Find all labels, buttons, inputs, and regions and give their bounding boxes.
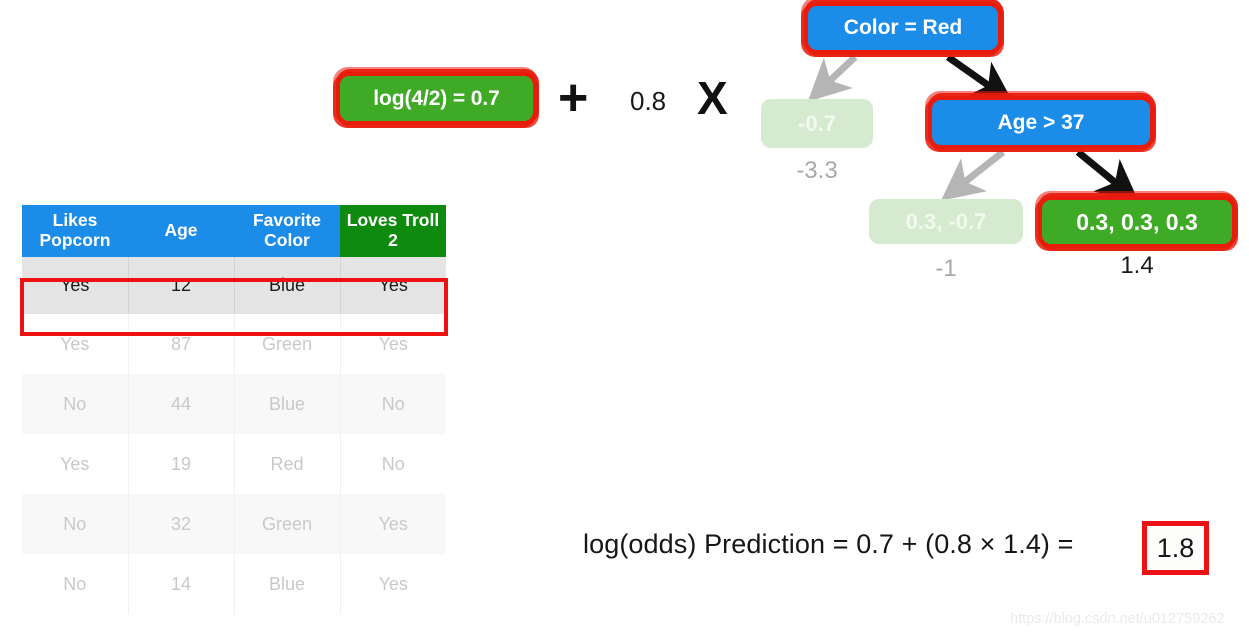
table-cell-loves-troll-2: Yes (340, 257, 446, 315)
table-row: Yes 87 Green Yes (22, 314, 446, 375)
tree-leaf-middle-output: -1 (935, 255, 957, 282)
table-cell-age: 19 (128, 434, 235, 495)
column-header-likes-popcorn: Likes Popcorn (22, 205, 128, 258)
prediction-result-box: 1.8 (1142, 521, 1209, 575)
table-row: No 44 Blue No (22, 374, 446, 435)
table-cell-likes-popcorn: No (22, 494, 129, 555)
edge-age-left (940, 149, 1006, 201)
table-cell-age: 44 (128, 374, 235, 435)
table-cell-age: 87 (128, 314, 235, 375)
table-cell-loves-troll-2: No (340, 434, 446, 495)
tree-leaf-middle-label: 0.3, -0.7 (905, 208, 987, 234)
column-header-favorite-color: Favorite Color (234, 205, 340, 258)
table-cell-loves-troll-2: Yes (340, 314, 446, 375)
edge-root-right (945, 54, 1014, 104)
table-cell-favorite-color: Green (234, 494, 341, 555)
tree-leaf-middle: 0.3, -0.7 (869, 199, 1023, 244)
table-cell-likes-popcorn: Yes (22, 257, 129, 315)
table-cell-likes-popcorn: Yes (22, 434, 129, 495)
prediction-expression: log(odds) Prediction = 0.7 + (0.8 × 1.4)… (583, 529, 1074, 559)
table-cell-likes-popcorn: Yes (22, 314, 129, 375)
table-row: Yes 12 Blue Yes (22, 257, 446, 315)
tree-leaf-left-output: -3.3 (796, 157, 838, 184)
tree-leaf-left: -0.7 (761, 99, 873, 148)
table-cell-age: 32 (128, 494, 235, 555)
tree-node-root-label: Color = Red (843, 16, 963, 39)
tree-node-age: Age > 37 (932, 100, 1150, 145)
table-cell-favorite-color: Red (234, 434, 341, 495)
table-row: No 32 Green Yes (22, 494, 446, 555)
table-cell-favorite-color: Blue (234, 374, 341, 435)
tree-leaf-right: 0.3, 0.3, 0.3 (1042, 200, 1232, 244)
table-cell-likes-popcorn: No (22, 554, 129, 615)
edge-root-left (807, 54, 858, 102)
training-data-table: Likes Popcorn Age Favorite Color Loves T… (22, 205, 446, 615)
table-cell-loves-troll-2: Yes (340, 554, 446, 615)
edge-age-right (1075, 149, 1139, 202)
table-cell-loves-troll-2: No (340, 374, 446, 435)
table-header-row: Likes Popcorn Age Favorite Color Loves T… (22, 205, 446, 258)
table-cell-age: 14 (128, 554, 235, 615)
slide-canvas: log(4/2) = 0.7 + 0.8 X Color = Red Age >… (0, 0, 1249, 637)
table-cell-favorite-color: Blue (234, 554, 341, 615)
table-cell-loves-troll-2: Yes (340, 494, 446, 555)
tree-leaf-left-label: -0.7 (798, 110, 836, 136)
prediction-result-value: 1.8 (1156, 532, 1195, 563)
tree-leaf-right-label: 0.3, 0.3, 0.3 (1076, 208, 1198, 235)
tree-leaf-right-output: 1.4 (1120, 252, 1154, 279)
tree-node-root: Color = Red (808, 6, 998, 50)
table-body: Yes 12 Blue Yes Yes 87 Green Yes No 44 Blue No Yes 19… (22, 257, 446, 615)
column-header-age: Age (128, 205, 234, 258)
table-cell-age: 12 (128, 257, 235, 315)
column-header-loves-troll-2: Loves Troll 2 (340, 205, 446, 258)
table-cell-favorite-color: Blue (234, 257, 341, 315)
table-cell-likes-popcorn: No (22, 374, 129, 435)
table-row: Yes 19 Red No (22, 434, 446, 495)
table-row: No 14 Blue Yes (22, 554, 446, 615)
table-cell-favorite-color: Green (234, 314, 341, 375)
watermark-text: https://blog.csdn.net/u012759262 (1010, 611, 1225, 627)
tree-node-age-label: Age > 37 (997, 110, 1085, 134)
